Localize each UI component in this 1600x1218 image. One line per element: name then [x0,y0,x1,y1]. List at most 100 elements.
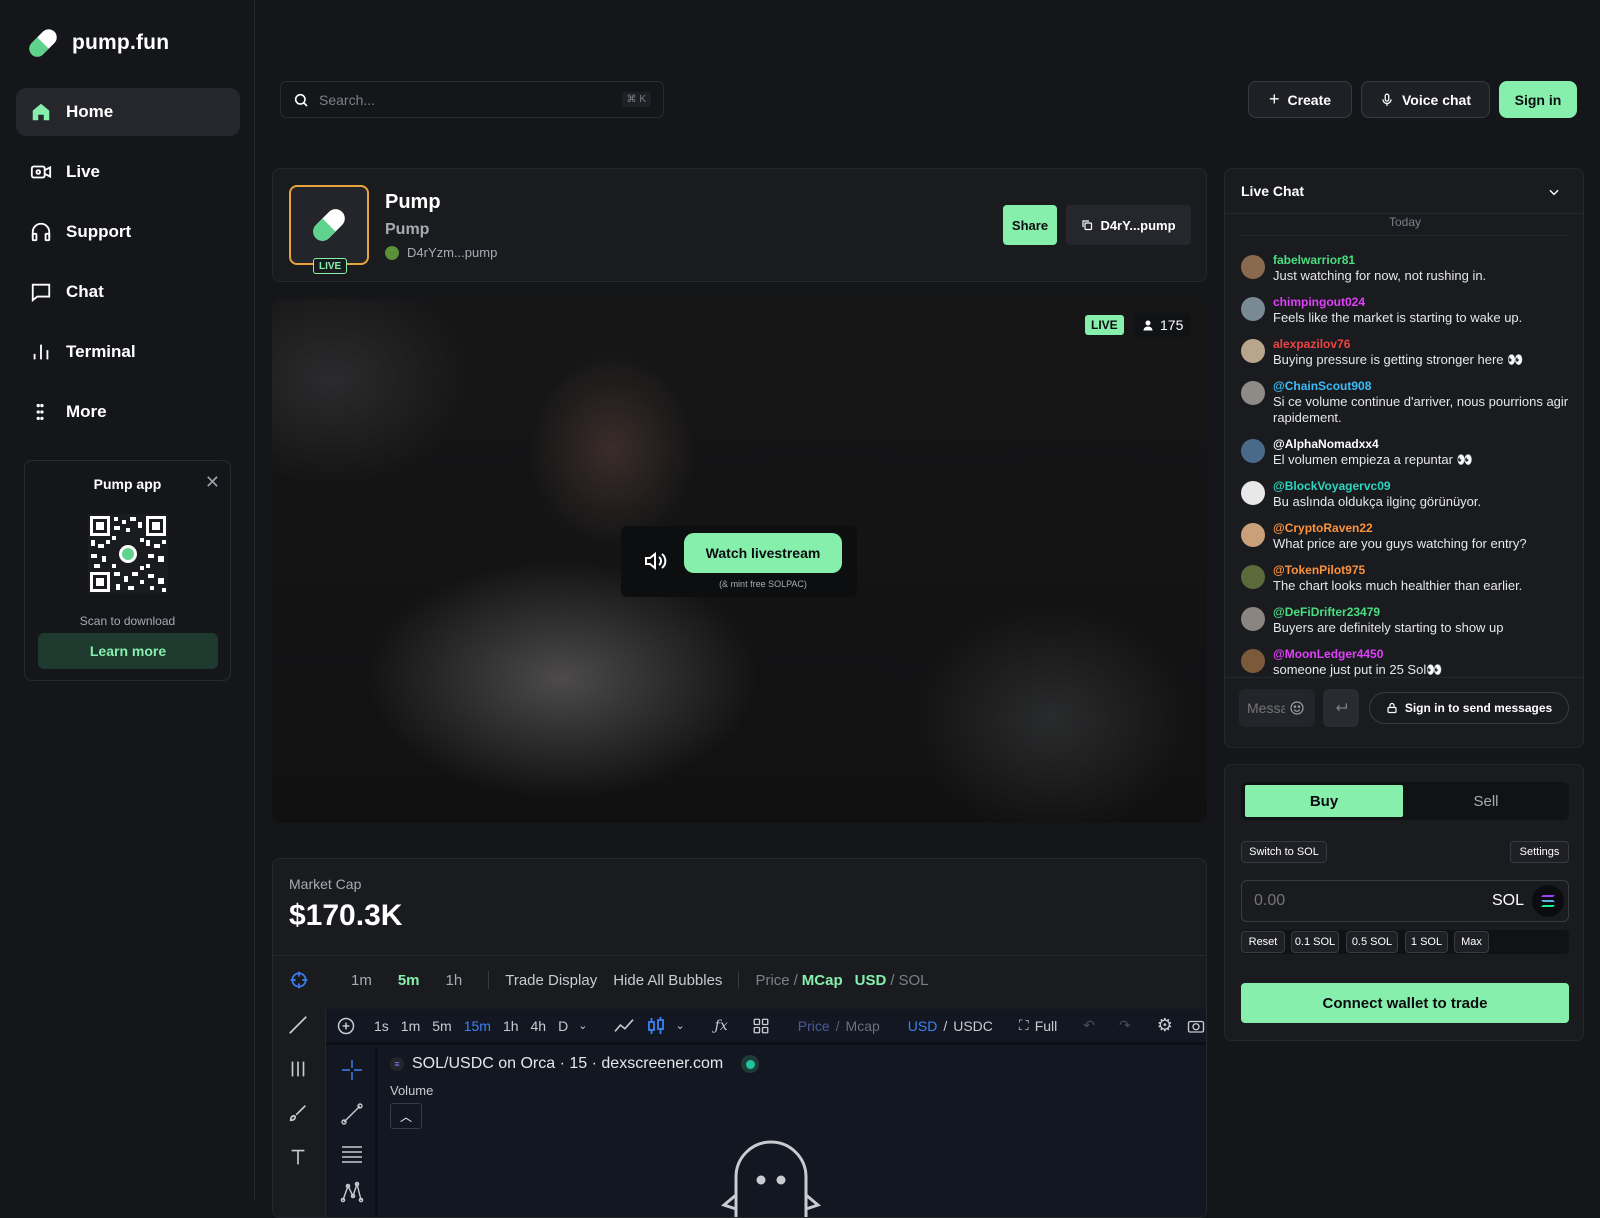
reset-button[interactable]: Reset [1241,931,1285,953]
chat-username[interactable]: fabelwarrior81 [1273,253,1486,268]
chevron-down-icon[interactable]: ⌄ [675,1019,684,1032]
avatar[interactable] [1241,607,1265,631]
sol-toggle[interactable]: SOL [898,972,928,989]
usdc-toggle[interactable]: USDC [953,1018,993,1034]
switch-to-sol-button[interactable]: Switch to SOL [1241,841,1327,863]
embedded-chart[interactable]: 1s 1m 5m 15m 1h 4h D ⌄ ⌄ ƒx Price / Mcap… [325,1009,1206,1217]
candles-icon[interactable] [647,1016,665,1036]
tf-15m[interactable]: 15m [464,1018,491,1034]
mcap-toggle[interactable]: MCap [802,972,843,989]
interval-1m[interactable]: 1m [351,972,372,989]
amount-field[interactable]: SOL [1241,880,1569,922]
chat-username[interactable]: @DeFiDrifter23479 [1273,605,1504,620]
search-input[interactable] [319,91,612,108]
copy-address-button[interactable]: D4rY...pump [1066,205,1191,245]
quick-1-sol[interactable]: 1 SOL [1405,931,1448,953]
chat-username[interactable]: alexpazilov76 [1273,337,1523,352]
chat-username[interactable]: @CryptoRaven22 [1273,521,1527,536]
interval-1h[interactable]: 1h [446,972,463,989]
line-chart-icon[interactable] [613,1017,635,1035]
price-toggle[interactable]: Price [755,972,789,989]
connect-wallet-button[interactable]: Connect wallet to trade [1241,983,1569,1023]
chat-username[interactable]: chimpingout024 [1273,295,1522,310]
mcap-toggle[interactable]: Mcap [846,1018,880,1034]
sidebar-item-support[interactable]: Support [16,208,240,256]
tf-1m[interactable]: 1m [401,1018,420,1034]
crosshair-icon[interactable] [289,970,309,990]
max-button[interactable]: Max [1454,931,1489,953]
sidebar-item-home[interactable]: Home [16,88,240,136]
search-bar[interactable]: ⌘ K [280,81,664,118]
token-avatar[interactable] [289,185,369,265]
layout-grid-icon[interactable] [752,1017,770,1035]
brush-icon[interactable] [287,1102,309,1124]
sidebar-item-chat[interactable]: Chat [16,268,240,316]
sidebar-item-more[interactable]: More [16,388,240,436]
trend-line-icon[interactable] [340,1102,364,1126]
trend-line-icon[interactable] [287,1014,309,1036]
usd-toggle[interactable]: USD [908,1018,938,1034]
tf-4h[interactable]: 4h [531,1018,547,1034]
text-tool-icon[interactable] [287,1146,309,1168]
watch-livestream-button[interactable]: Watch livestream [684,533,842,573]
quick-0.5-sol[interactable]: 0.5 SOL [1346,931,1398,953]
redo-icon[interactable]: ↷ [1119,1017,1131,1034]
message-field[interactable] [1239,689,1315,727]
amount-input[interactable] [1254,892,1492,910]
send-button[interactable] [1323,689,1359,727]
close-icon[interactable]: ✕ [205,472,220,493]
add-circle-icon[interactable] [336,1016,356,1036]
avatar[interactable] [1241,255,1265,279]
price-toggle[interactable]: Price [798,1018,830,1034]
tf-1s[interactable]: 1s [374,1018,389,1034]
undo-icon[interactable]: ↶ [1083,1017,1095,1034]
full-label[interactable]: Full [1035,1018,1058,1034]
gear-icon[interactable]: ⚙ [1157,1015,1173,1036]
tf-d[interactable]: D [558,1018,568,1034]
sell-tab[interactable]: Sell [1407,785,1565,817]
chat-username[interactable]: @ChainScout908 [1273,379,1571,394]
emoji-icon[interactable] [1289,700,1305,716]
usd-toggle[interactable]: USD [855,972,887,989]
settings-button[interactable]: Settings [1510,841,1569,863]
avatar[interactable] [1241,381,1265,405]
collapse-button[interactable]: ︿ [390,1103,422,1129]
fib-lines-icon[interactable] [340,1142,364,1166]
avatar[interactable] [1241,297,1265,321]
sidebar-item-terminal[interactable]: Terminal [16,328,240,376]
chat-username[interactable]: @MoonLedger4450 [1273,647,1442,662]
chevron-down-icon[interactable]: ⌄ [578,1019,587,1032]
chat-username[interactable]: @TokenPilot975 [1273,563,1522,578]
chevron-down-icon[interactable] [1547,185,1561,199]
voice-chat-button[interactable]: Voice chat [1361,81,1490,118]
chat-username[interactable]: @AlphaNomadxx4 [1273,437,1473,452]
chat-username[interactable]: @BlockVoyagervc09 [1273,479,1481,494]
hide-bubbles-toggle[interactable]: Hide All Bubbles [613,972,722,989]
pattern-icon[interactable] [340,1180,364,1204]
vertical-lines-icon[interactable] [287,1058,309,1080]
quick-0.1-sol[interactable]: 0.1 SOL [1291,931,1339,953]
fullscreen-icon[interactable]: ⛶ [1019,1017,1029,1034]
tf-1h[interactable]: 1h [503,1018,519,1034]
share-button[interactable]: Share [1003,205,1057,245]
brand-logo[interactable]: pump.fun [24,24,169,62]
crosshair-icon[interactable] [340,1058,364,1082]
speaker-icon[interactable] [643,550,667,572]
sign-in-button[interactable]: Sign in [1499,81,1577,118]
learn-more-button[interactable]: Learn more [38,633,218,669]
chat-message-list[interactable]: fabelwarrior81 Just watching for now, not… [1241,253,1571,677]
tf-5m[interactable]: 5m [432,1018,451,1034]
create-button[interactable]: + Create [1248,81,1352,118]
camera-icon[interactable] [1187,1018,1205,1034]
indicators-icon[interactable]: ƒx [715,1018,728,1034]
sidebar-item-live[interactable]: Live [16,148,240,196]
avatar[interactable] [1241,649,1265,673]
avatar[interactable] [1241,339,1265,363]
buy-tab[interactable]: Buy [1245,785,1403,817]
message-input[interactable] [1247,700,1285,716]
avatar[interactable] [1241,565,1265,589]
avatar[interactable] [1241,439,1265,463]
sign-in-to-send-button[interactable]: Sign in to send messages [1369,692,1569,724]
avatar[interactable] [1241,481,1265,505]
token-creator[interactable]: D4rYzm...pump [385,245,497,260]
